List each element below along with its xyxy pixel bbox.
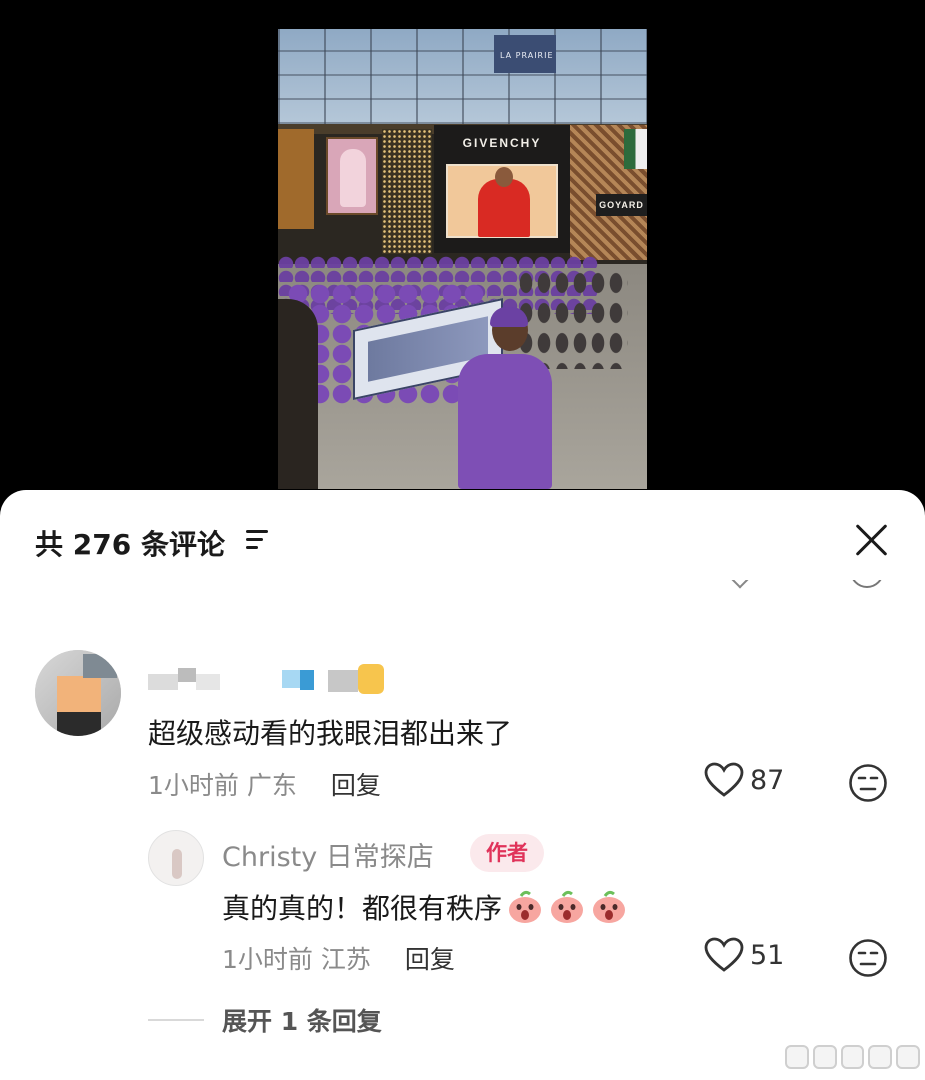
avatar-figure [172,849,182,879]
purple-cap [490,307,528,327]
like-button[interactable]: 51 [704,937,784,973]
sort-lines-icon[interactable] [246,530,272,552]
mosaic-block [328,670,358,692]
video-area: LA PRAIRIE GIVENCHY GOYARD [0,0,925,500]
goyard-sign: GOYARD [596,194,647,216]
previous-comment-clipped [0,580,925,598]
avatar[interactable] [35,650,121,736]
green-stripe [624,129,647,169]
watermark-block [785,1045,809,1069]
comment-meta: 1小时前 广东 回复 [148,766,381,802]
left-shop-panel [278,129,314,229]
dislike-face-icon[interactable] [848,763,888,803]
comment-text: 超级感动看的我眼泪都出来了 [148,717,513,750]
glass-grid [278,29,647,124]
screen-figure-head [495,167,513,187]
hand-emoji-icon [358,664,384,694]
chevron-down-icon [731,580,749,589]
author-avatar[interactable] [148,830,204,886]
reply-time: 1小时前 [222,945,313,974]
username-blurred[interactable] [148,660,388,700]
like-button[interactable]: 87 [704,762,784,798]
mosaic-block [178,668,196,682]
mosaic-block [282,670,300,688]
dislike-face-icon [850,580,884,588]
avatar-mosaic-hair [83,654,117,678]
screen-figure [478,179,530,237]
bystanders [518,269,628,369]
watermark-block [812,1045,837,1069]
expand-replies-label: 展开 1 条回复 [222,1007,382,1036]
video-thumbnail[interactable]: LA PRAIRIE GIVENCHY GOYARD [278,29,647,489]
reply-meta: 1小时前 江苏 回复 [222,940,455,976]
peach-scream-emoji-icon [593,890,626,923]
watermark-block [896,1045,920,1069]
dislike-face-icon[interactable] [848,938,888,978]
mosaic-block [196,674,220,690]
watermark [785,1045,920,1073]
watermark-block [840,1045,865,1069]
peach-scream-emoji-icon [551,890,584,923]
comment-count-title: 共 276 条评论 [35,528,225,561]
like-count: 51 [750,939,785,971]
expand-replies-button[interactable]: 展开 1 条回复 [148,1002,382,1038]
heart-icon [704,762,744,797]
foreground-person [278,299,318,489]
mosaic-block [300,670,314,690]
expand-divider [148,1019,204,1021]
light-wall [382,129,432,254]
heart-icon [704,937,744,972]
reply-username[interactable]: Christy 日常探店 [222,835,434,874]
reply-location: 江苏 [320,945,371,974]
reply-button[interactable]: 回复 [331,771,381,800]
comments-sheet: 共 276 条评论 超级感动看的我眼泪都出来了 1小时前 广东 回复 87 Ch… [0,490,925,1080]
author-badge: 作者 [470,834,544,872]
avatar-logo-mark [163,835,191,845]
reply-button[interactable]: 回复 [405,945,455,974]
reply-text: 真的真的！都很有秩序 [222,887,628,927]
watermark-block [868,1045,893,1069]
purple-shirt-person [458,354,552,489]
avatar-mosaic-dark [57,712,101,736]
sheet-header: 共 276 条评论 [0,490,925,590]
reply-text-body: 真的真的！都很有秩序 [222,892,503,925]
comment-time: 1小时前 [148,771,239,800]
mosaic-block [148,674,178,690]
close-x-icon[interactable] [853,521,891,559]
comment-location: 广东 [246,771,297,800]
like-count: 87 [750,764,785,796]
poster-figure [340,149,366,207]
peach-scream-emoji-icon [509,890,542,923]
prairie-sign-text: LA PRAIRIE [500,51,554,60]
avatar-mosaic [57,676,101,712]
givenchy-sign: GIVENCHY [462,136,542,150]
